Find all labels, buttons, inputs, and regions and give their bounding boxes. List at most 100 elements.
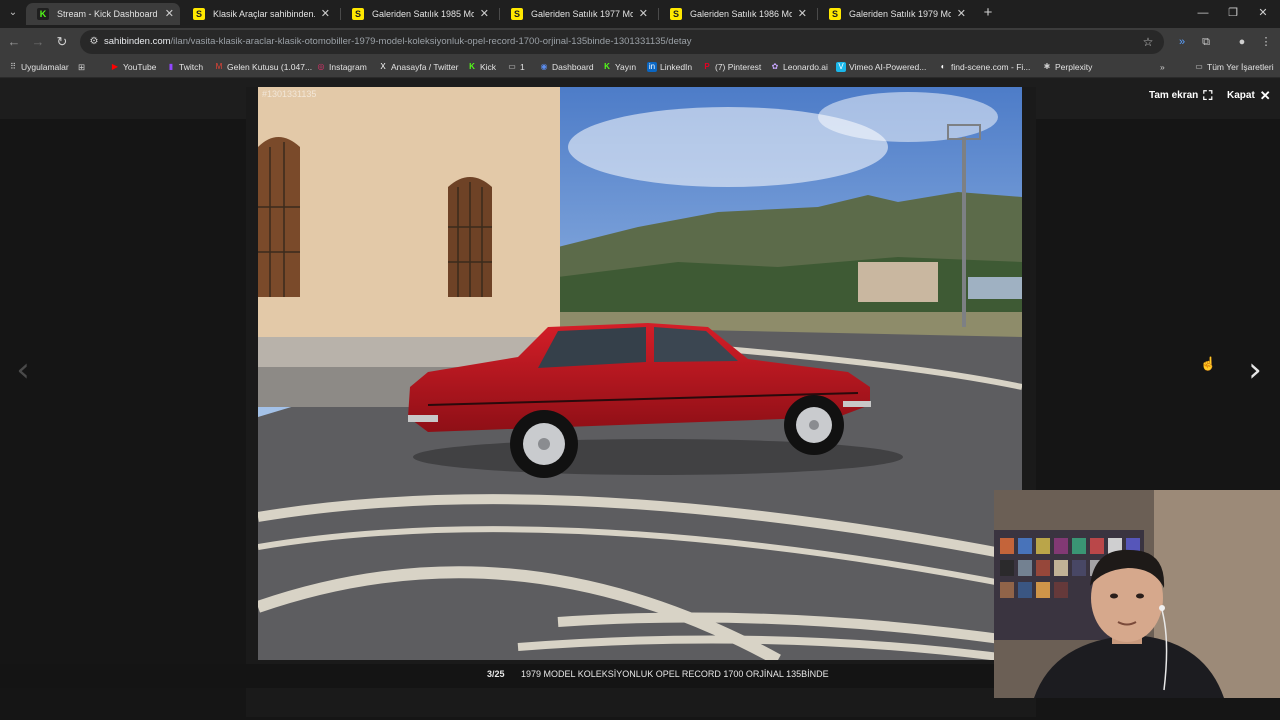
- bookmark-label: Anasayfa / Twitter: [391, 62, 459, 72]
- sahibinden-favicon-icon: S: [193, 8, 205, 20]
- tab-search-icon[interactable]: ⌄: [6, 6, 20, 20]
- fullscreen-button[interactable]: Tam ekran ⛶: [1149, 88, 1212, 104]
- tab-close-icon[interactable]: ✕: [321, 3, 330, 25]
- bookmark-label: find-scene.com - Fi...: [951, 62, 1031, 72]
- bookmark-all-bookmarks[interactable]: ▭ Tüm Yer İşaretleri: [1194, 56, 1274, 78]
- leonardo-icon: ✿: [771, 62, 779, 71]
- url-text: sahibinden.com/ilan/vasita-klasik-aracla…: [104, 30, 692, 54]
- close-label: Kapat: [1227, 90, 1255, 101]
- apps-grid-icon: ⊞: [78, 62, 86, 72]
- vimeo-icon: V: [836, 62, 846, 72]
- tab-klasik-araclar[interactable]: S Klasik Araçlar sahibinden.com'da ✕: [182, 3, 336, 25]
- sahibinden-favicon-icon: S: [511, 8, 523, 20]
- tab-galeriden-1979[interactable]: S Galeriden Satılık 1979 Model Kadett ✕: [818, 3, 972, 25]
- linkedin-icon: in: [647, 62, 657, 72]
- bookmark-folder-1[interactable]: ▭ 1: [507, 56, 525, 78]
- tab-title: Galeriden Satılık 1977 Model Kadett: [531, 9, 633, 19]
- tab-title: Galeriden Satılık 1986 Model Kadett: [690, 9, 792, 19]
- tab-close-icon[interactable]: ✕: [639, 3, 648, 25]
- bookmark-vimeo[interactable]: V Vimeo AI-Powered...: [836, 56, 926, 78]
- bookmark-label: Yayın: [615, 62, 637, 72]
- bookmark-label: Gelen Kutusu (1.047...: [227, 62, 313, 72]
- site-info-icon[interactable]: ⚙: [86, 34, 102, 50]
- bookmark-instagram[interactable]: ◎ Instagram: [316, 56, 367, 78]
- bookmark-apps[interactable]: ⠿ Uygulamalar: [8, 56, 69, 78]
- tab-close-icon[interactable]: ✕: [165, 3, 174, 25]
- folder-icon: ▭: [1195, 62, 1203, 71]
- bookmark-label: Instagram: [329, 62, 367, 72]
- bookmark-pinterest[interactable]: P (7) Pinterest: [702, 56, 761, 78]
- tab-strip: ⌄ K Stream - Kick Dashboard ✕ S Klasik A…: [0, 0, 1280, 28]
- bookmark-dashboard[interactable]: ◉ Dashboard: [539, 56, 594, 78]
- bookmark-label: Uygulamalar: [21, 62, 69, 72]
- photo-counter: 3/25: [487, 669, 505, 679]
- bookmark-label: Perplexity: [1055, 62, 1093, 72]
- tab-title: Klasik Araçlar sahibinden.com'da: [213, 9, 315, 19]
- bookmark-label: Tüm Yer İşaretleri: [1207, 62, 1274, 72]
- bookmark-youtube[interactable]: ▶ YouTube: [110, 56, 156, 78]
- bookmark-twitch[interactable]: ▮ Twitch: [166, 56, 203, 78]
- restore-icon[interactable]: ❐: [1225, 5, 1241, 21]
- dashboard-icon: ◉: [540, 62, 548, 71]
- tab-close-icon[interactable]: ✕: [480, 3, 489, 25]
- reload-icon[interactable]: ↻: [54, 34, 70, 50]
- tab-close-icon[interactable]: ✕: [798, 3, 807, 25]
- window-close-icon[interactable]: ✕: [1255, 5, 1271, 21]
- bookmark-yayin[interactable]: K Yayın: [602, 56, 636, 78]
- bookmark-kick[interactable]: K Kick: [467, 56, 496, 78]
- address-bar[interactable]: ⚙ sahibinden.com/ilan/vasita-klasik-arac…: [80, 30, 1164, 54]
- back-icon[interactable]: ←: [6, 34, 22, 50]
- forward-icon[interactable]: →: [30, 34, 46, 50]
- bookmark-gmail[interactable]: M Gelen Kutusu (1.047...: [214, 56, 312, 78]
- previous-photo-arrow-icon[interactable]: ‹: [8, 351, 38, 391]
- bookmark-label: Dashboard: [552, 62, 594, 72]
- folder-icon: ▭: [508, 62, 516, 71]
- youtube-icon: ▶: [111, 62, 119, 71]
- sahibinden-favicon-icon: S: [352, 8, 364, 20]
- browser-menu-icon[interactable]: ⋮: [1258, 34, 1274, 50]
- extension-icon[interactable]: »: [1174, 34, 1190, 50]
- fullscreen-icon: ⛶: [1203, 88, 1213, 103]
- browser-toolbar: ← → ↻ ⚙ sahibinden.com/ilan/vasita-klasi…: [0, 28, 1280, 56]
- bookmark-linkedin[interactable]: in LinkedIn: [647, 56, 692, 78]
- x-icon: X: [380, 62, 386, 71]
- extensions-puzzle-icon[interactable]: ⧉: [1198, 34, 1214, 50]
- tab-title: Stream - Kick Dashboard: [57, 9, 158, 19]
- bookmarks-bar: ⠿ Uygulamalar ⊞ ▶ YouTube ▮ Twitch M Gelen K…: [0, 56, 1280, 78]
- photo-caption: 1979 MODEL KOLEKSİYONLUK OPEL RECORD 170…: [521, 669, 829, 679]
- tab-kick-dashboard[interactable]: K Stream - Kick Dashboard ✕: [26, 3, 180, 25]
- minimize-icon[interactable]: —: [1195, 5, 1211, 21]
- bookmark-label: (7) Pinterest: [715, 62, 762, 72]
- photo-listing-id: #1301331135: [262, 89, 317, 99]
- next-photo-arrow-icon[interactable]: ›: [1240, 351, 1270, 391]
- instagram-icon: ◎: [317, 62, 325, 71]
- apps-icon: ⠿: [10, 62, 16, 71]
- close-lightbox-button[interactable]: Kapat ✕: [1227, 88, 1271, 104]
- bookmark-label: Leonardo.ai: [783, 62, 828, 72]
- webcam-overlay: [994, 490, 1280, 698]
- new-tab-icon[interactable]: +: [980, 5, 996, 21]
- pinterest-icon: P: [704, 62, 710, 71]
- tab-galeriden-1977[interactable]: S Galeriden Satılık 1977 Model Kadett ✕: [500, 3, 654, 25]
- more-bookmarks-icon[interactable]: »: [1160, 56, 1165, 78]
- tab-title: Galeriden Satılık 1979 Model Kadett: [849, 9, 951, 19]
- bookmark-leonardo[interactable]: ✿ Leonardo.ai: [770, 56, 828, 78]
- profile-avatar-icon[interactable]: ●: [1234, 34, 1250, 50]
- tab-galeriden-1985[interactable]: S Galeriden Satılık 1985 Model Kadett ✕: [341, 3, 495, 25]
- sahibinden-favicon-icon: S: [670, 8, 682, 20]
- bookmark-find-scene[interactable]: ◐ find-scene.com - Fi...: [938, 56, 1031, 78]
- bookmark-label: Twitch: [179, 62, 204, 72]
- bookmark-label: Vimeo AI-Powered...: [849, 62, 927, 72]
- bookmark-grid[interactable]: ⊞: [78, 56, 85, 78]
- bookmark-twitter[interactable]: X Anasayfa / Twitter: [378, 56, 458, 78]
- close-icon: ✕: [1259, 88, 1271, 103]
- bookmark-star-icon[interactable]: ☆: [1140, 34, 1156, 50]
- bookmark-perplexity[interactable]: ✱ Perplexity: [1042, 56, 1093, 78]
- tab-galeriden-1986[interactable]: S Galeriden Satılık 1986 Model Kadett ✕: [659, 3, 813, 25]
- bookmark-label: YouTube: [123, 62, 157, 72]
- kick-favicon-icon: K: [37, 8, 49, 20]
- listing-photo: #1301331135: [258, 87, 1022, 660]
- find-scene-icon: ◐: [940, 62, 946, 71]
- tab-close-icon[interactable]: ✕: [957, 3, 966, 25]
- bookmark-label: Kick: [480, 62, 497, 72]
